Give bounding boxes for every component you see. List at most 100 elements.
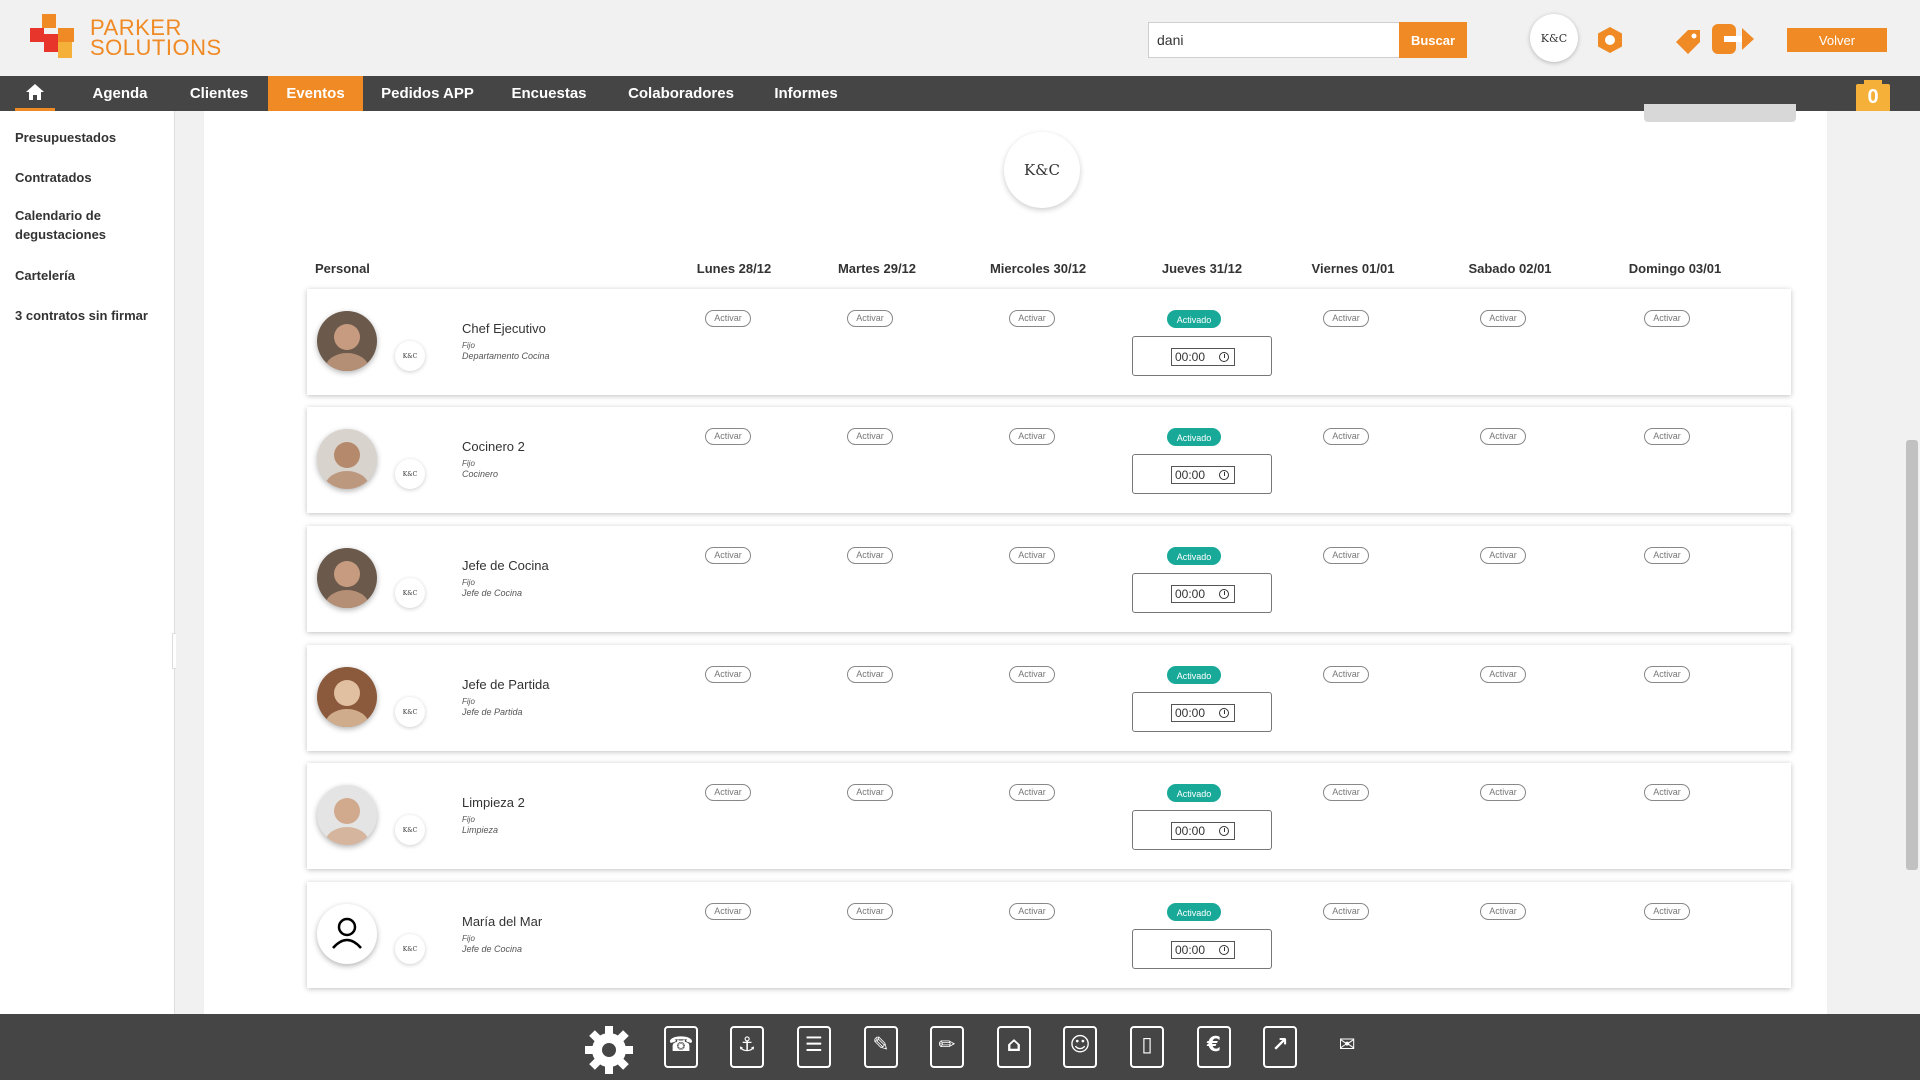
day-activated-button[interactable]: Activado <box>1167 310 1221 328</box>
day-activate-button[interactable]: Activar <box>1644 428 1690 445</box>
staff-avatar <box>317 667 377 727</box>
settings-icon[interactable] <box>583 1024 635 1076</box>
clock-icon[interactable] <box>1219 945 1229 955</box>
day-activate-button[interactable]: Activar <box>847 666 893 683</box>
day-activate-button[interactable]: Activar <box>1644 666 1690 683</box>
tag-icon[interactable] <box>1672 26 1702 56</box>
nav-colaboradores[interactable]: Colaboradores <box>612 76 750 111</box>
chart-icon[interactable]: ↗ <box>1259 1024 1301 1070</box>
clock-icon[interactable] <box>1219 352 1229 362</box>
staff-contract-type: Fijo <box>462 578 475 587</box>
brand-avatar[interactable]: K&C <box>1530 14 1578 62</box>
staff-icon[interactable]: ☺ <box>1059 1024 1101 1070</box>
day-activate-button[interactable]: Activar <box>1644 903 1690 920</box>
day-activate-button[interactable]: Activar <box>1644 310 1690 327</box>
search-input[interactable] <box>1148 22 1400 58</box>
shift-time-value: 00:00 <box>1175 943 1206 957</box>
day-activate-button[interactable]: Activar <box>1480 310 1526 327</box>
day-activate-button[interactable]: Activar <box>705 428 751 445</box>
day-activate-button[interactable]: Activar <box>1323 784 1369 801</box>
clock-icon[interactable] <box>1219 470 1229 480</box>
nav-agenda[interactable]: Agenda <box>75 76 165 111</box>
handshake-icon[interactable]: ⚓ <box>726 1024 768 1070</box>
support-icon[interactable]: ☎ <box>660 1024 702 1070</box>
day-activate-button[interactable]: Activar <box>1009 310 1055 327</box>
nav-eventos[interactable]: Eventos <box>268 76 363 111</box>
clock-icon[interactable] <box>1219 589 1229 599</box>
tool-glyph: ☎ <box>668 1032 694 1056</box>
day-activate-button[interactable]: Activar <box>705 903 751 920</box>
menu-icon[interactable]: ☰ <box>793 1024 835 1070</box>
day-activate-button[interactable]: Activar <box>1323 310 1369 327</box>
day-activate-button[interactable]: Activar <box>1323 428 1369 445</box>
staff-avatar <box>317 429 377 489</box>
day-activate-button[interactable]: Activar <box>1480 903 1526 920</box>
day-activate-button[interactable]: Activar <box>1644 547 1690 564</box>
euro-icon[interactable]: € <box>1193 1024 1235 1070</box>
day-activate-button[interactable]: Activar <box>705 784 751 801</box>
pen-icon[interactable]: ✎ <box>860 1024 902 1070</box>
day-activate-button[interactable]: Activar <box>705 310 751 327</box>
day-activate-button[interactable]: Activar <box>1480 666 1526 683</box>
volver-button[interactable]: Volver <box>1787 28 1887 52</box>
sidebar-item-presupuestados[interactable]: Presupuestados <box>15 128 165 147</box>
clock-icon[interactable] <box>1219 708 1229 718</box>
logout-icon[interactable] <box>1712 22 1756 56</box>
shift-time-input[interactable]: 00:00 <box>1171 822 1235 840</box>
hexagon-icon[interactable] <box>1596 26 1624 54</box>
shift-time-input[interactable]: 00:00 <box>1171 585 1235 603</box>
day-activate-button[interactable]: Activar <box>847 784 893 801</box>
shift-time-box: 00:00 <box>1132 336 1272 376</box>
shift-time-input[interactable]: 00:00 <box>1171 704 1235 722</box>
shift-time-value: 00:00 <box>1175 824 1206 838</box>
sidebar-item-calendario[interactable]: Calendario de degustaciones <box>15 206 125 244</box>
day-activate-button[interactable]: Activar <box>705 666 751 683</box>
day-activated-button[interactable]: Activado <box>1167 784 1221 802</box>
day-activate-button[interactable]: Activar <box>847 310 893 327</box>
nav-home[interactable] <box>15 76 55 111</box>
shift-time-input[interactable]: 00:00 <box>1171 348 1235 366</box>
nav-pedidos-app[interactable]: Pedidos APP <box>370 76 485 111</box>
nav-clientes[interactable]: Clientes <box>173 76 265 111</box>
day-activate-button[interactable]: Activar <box>1323 547 1369 564</box>
day-activate-button[interactable]: Activar <box>1644 784 1690 801</box>
day-activate-button[interactable]: Activar <box>1480 547 1526 564</box>
marker-icon[interactable]: ✏ <box>926 1024 968 1070</box>
day-activate-button[interactable]: Activar <box>847 428 893 445</box>
day-activate-button[interactable]: Activar <box>1323 666 1369 683</box>
shift-time-input[interactable]: 00:00 <box>1171 466 1235 484</box>
top-action-button[interactable] <box>1644 104 1796 122</box>
shift-time-input[interactable]: 00:00 <box>1171 941 1235 959</box>
brand-initials: K&C <box>1540 31 1568 45</box>
day-activate-button[interactable]: Activar <box>1323 903 1369 920</box>
day-activate-button[interactable]: Activar <box>847 903 893 920</box>
nav-encuestas[interactable]: Encuestas <box>498 76 600 111</box>
sidebar-item-carteleria[interactable]: Cartelería <box>15 266 165 285</box>
day-activate-button[interactable]: Activar <box>847 547 893 564</box>
chat-icon[interactable]: ✉ <box>1326 1024 1368 1070</box>
day-activated-button[interactable]: Activado <box>1167 903 1221 921</box>
col-header-day-1: Martes 29/12 <box>837 261 917 276</box>
day-activate-button[interactable]: Activar <box>1480 428 1526 445</box>
day-activate-button[interactable]: Activar <box>1480 784 1526 801</box>
day-activate-button[interactable]: Activar <box>1009 428 1055 445</box>
mobile-icon[interactable]: ▯ <box>1126 1024 1168 1070</box>
clock-icon[interactable] <box>1219 826 1229 836</box>
staff-contract-type: Fijo <box>462 341 475 350</box>
day-activate-button[interactable]: Activar <box>1009 784 1055 801</box>
sidebar-item-contratados[interactable]: Contratados <box>15 168 165 187</box>
col-header-day-4: Viernes 01/01 <box>1311 261 1395 276</box>
day-activate-button[interactable]: Activar <box>1009 666 1055 683</box>
sidebar-item-contratos-sin-firmar[interactable]: 3 contratos sin firmar <box>15 306 165 325</box>
cart-icon[interactable]: ⌂ <box>993 1024 1035 1070</box>
parker-solutions-logo[interactable]: PARKER SOLUTIONS <box>30 14 230 64</box>
day-activated-button[interactable]: Activado <box>1167 428 1221 446</box>
day-activate-button[interactable]: Activar <box>1009 547 1055 564</box>
day-activate-button[interactable]: Activar <box>1009 903 1055 920</box>
day-activated-button[interactable]: Activado <box>1167 666 1221 684</box>
scrollbar-thumb[interactable] <box>1906 440 1918 870</box>
day-activate-button[interactable]: Activar <box>705 547 751 564</box>
search-button[interactable]: Buscar <box>1399 22 1467 58</box>
day-activated-button[interactable]: Activado <box>1167 547 1221 565</box>
nav-informes[interactable]: Informes <box>766 76 846 111</box>
